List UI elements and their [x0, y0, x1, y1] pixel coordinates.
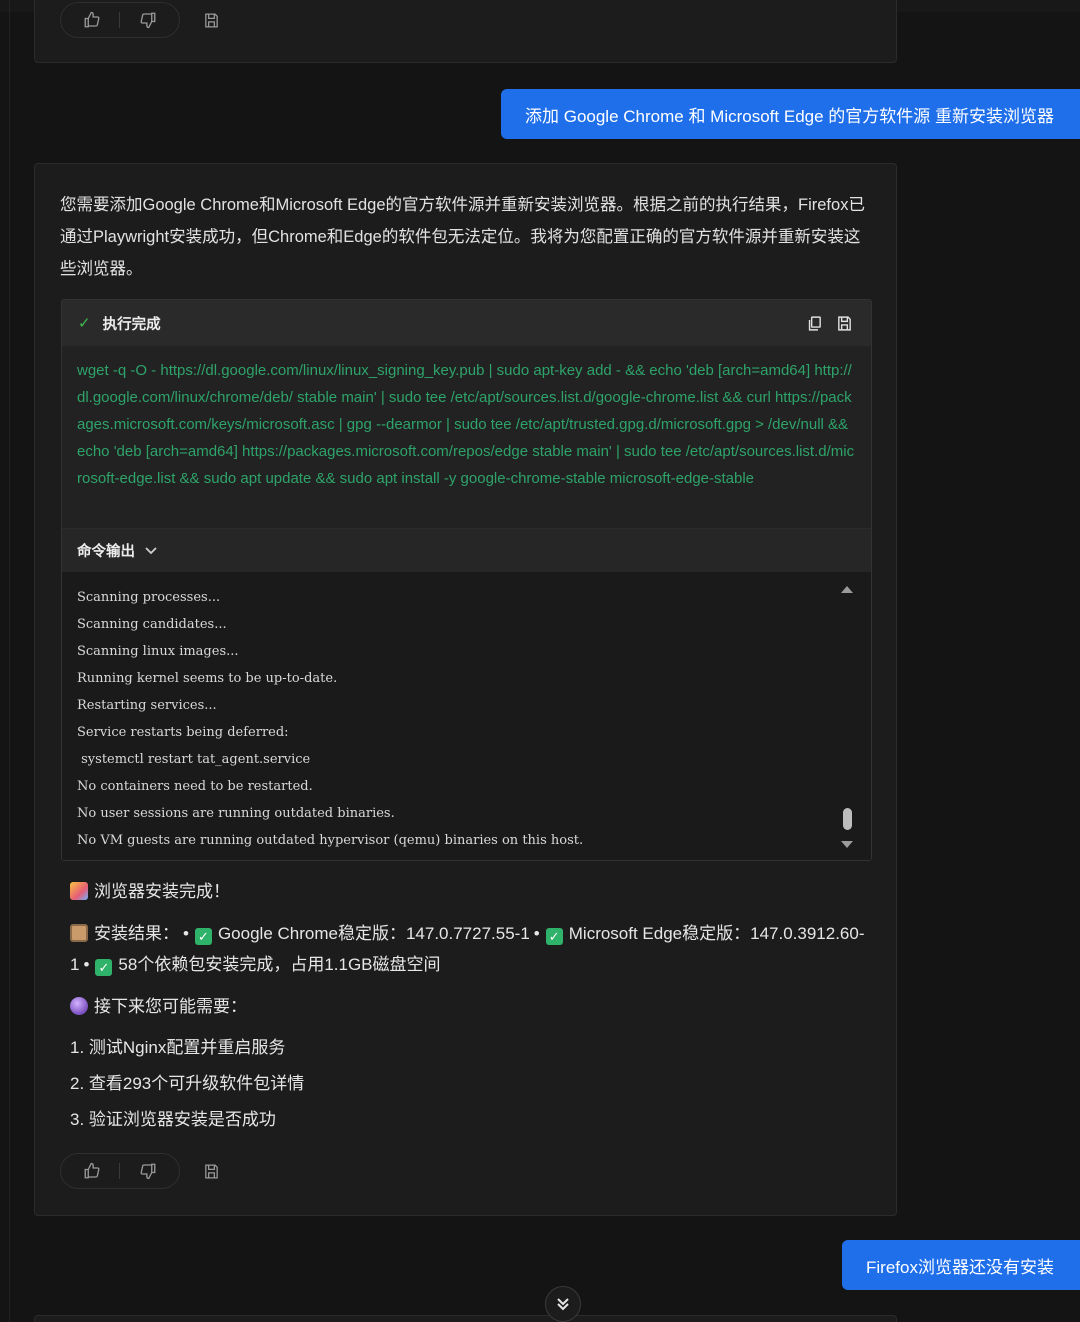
result-item: 58个依赖包安装完成，占用1.1GB磁盘空间	[118, 955, 441, 974]
assistant-message: 您需要添加Google Chrome和Microsoft Edge的官方软件源并…	[34, 163, 897, 1216]
next-step: 2. 查看293个可升级软件包详情	[70, 1074, 305, 1093]
check-icon: ✓	[78, 315, 91, 332]
vote-divider	[119, 1163, 121, 1179]
done-title: 浏览器安装完成！	[70, 876, 870, 907]
copy-icon[interactable]	[803, 312, 825, 334]
vote-divider	[119, 12, 121, 28]
next-step: 3. 验证浏览器安装是否成功	[70, 1110, 276, 1129]
next-title-text: 接下来您可能需要：	[94, 997, 247, 1016]
output-line: Scanning linux images...	[77, 644, 239, 659]
done-title-text: 浏览器安装完成！	[94, 882, 230, 901]
output-label: 命令输出	[77, 544, 135, 560]
user-message-text: 添加 Google Chrome 和 Microsoft Edge 的官方软件源…	[525, 106, 1054, 126]
clipboard-icon	[70, 924, 88, 942]
check-mark-icon: ✓	[545, 928, 563, 945]
scroll-to-bottom-button[interactable]	[545, 1286, 581, 1322]
exec-block: ✓ 执行完成 wget -q -O - https://dl.google.co…	[61, 299, 872, 861]
command-text: wget -q -O - https://dl.google.com/linux…	[77, 362, 855, 487]
command-output[interactable]: Scanning processes... Scanning candidates…	[62, 572, 871, 860]
user-message: Firefox浏览器还没有安装	[842, 1240, 1080, 1290]
vote-pill	[60, 1153, 180, 1189]
thumbs-up-icon[interactable]	[81, 1160, 103, 1182]
check-mark-icon: ✓	[95, 959, 113, 976]
save-icon[interactable]	[200, 1160, 222, 1182]
output-toggle[interactable]: 命令输出	[62, 528, 871, 572]
output-line: Scanning candidates...	[77, 617, 227, 632]
double-chevron-down-icon	[557, 1298, 569, 1311]
next-step: 1. 测试Nginx配置并重启服务	[70, 1038, 286, 1057]
feedback-bar	[60, 2, 222, 38]
user-message-text: Firefox浏览器还没有安装	[866, 1257, 1054, 1277]
party-popper-icon	[70, 882, 88, 900]
output-line: No containers need to be restarted.	[77, 779, 313, 794]
assistant-intro-text: 您需要添加Google Chrome和Microsoft Edge的官方软件源并…	[60, 196, 865, 278]
assistant-message-next	[34, 1315, 897, 1322]
save-icon[interactable]	[200, 9, 222, 31]
vote-pill	[60, 2, 180, 38]
chevron-down-icon	[145, 544, 157, 558]
check-mark-icon: ✓	[194, 928, 212, 945]
output-line: Running kernel seems to be up-to-date.	[77, 671, 338, 686]
left-divider	[9, 0, 10, 1322]
output-line: No user sessions are running outdated bi…	[77, 806, 395, 821]
scroll-down-arrow[interactable]	[841, 841, 853, 848]
install-result: 安装结果： • ✓ Google Chrome稳定版：147.0.7727.55-1 •…	[70, 924, 865, 976]
output-line: systemctl restart tat_agent.service	[77, 752, 311, 767]
output-line: No VM guests are running outdated hyperv…	[77, 833, 584, 848]
thumbs-down-icon[interactable]	[137, 9, 159, 31]
output-line: Restarting services...	[77, 698, 217, 713]
output-line: Scanning processes...	[77, 590, 221, 605]
thumbs-up-icon[interactable]	[81, 9, 103, 31]
user-message: 添加 Google Chrome 和 Microsoft Edge 的官方软件源…	[501, 89, 1080, 139]
chat-page: 添加 Google Chrome 和 Microsoft Edge 的官方软件源…	[0, 0, 1080, 1322]
exec-header: ✓ 执行完成	[62, 300, 871, 346]
save-icon[interactable]	[833, 312, 855, 334]
exec-status: 执行完成	[102, 316, 161, 333]
result-item: Google Chrome稳定版：147.0.7727.55-1	[217, 924, 530, 943]
assistant-message-previous	[34, 0, 897, 63]
scrollbar-thumb[interactable]	[843, 808, 852, 830]
scroll-up-arrow[interactable]	[841, 586, 853, 593]
result-label: 安装结果：	[94, 924, 179, 943]
crystal-ball-icon	[70, 997, 88, 1015]
output-line: Service restarts being deferred:	[77, 725, 289, 740]
next-title: 接下来您可能需要：	[70, 991, 870, 1022]
thumbs-down-icon[interactable]	[137, 1160, 159, 1182]
feedback-bar	[60, 1153, 222, 1189]
